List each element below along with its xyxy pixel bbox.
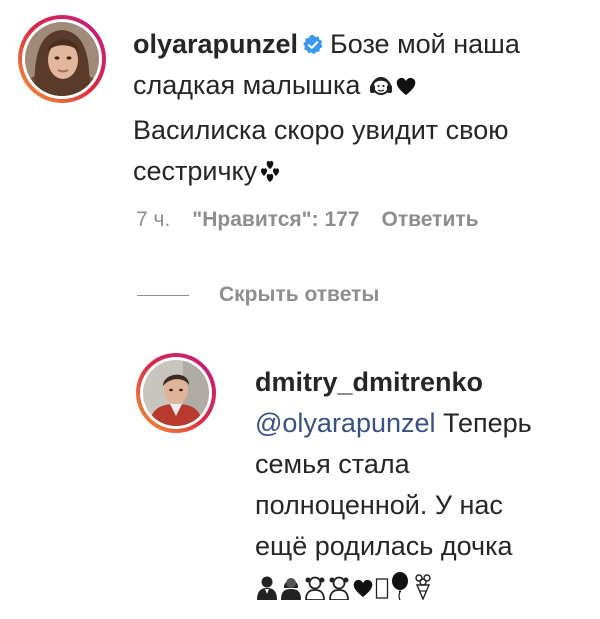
reply-text-line4: ещё родилась дочка [255, 531, 513, 561]
comment-time[interactable]: 7 ч. [136, 208, 170, 231]
reply-text-line3: полноценной. У нас [255, 490, 503, 520]
reply-emoji-row [255, 572, 435, 602]
hide-replies-divider [137, 294, 189, 296]
reply-body: dmitry_dmitrenko @olyarapunzel Теперь се… [255, 362, 575, 612]
reply-text-line2: семья стала [255, 449, 410, 479]
hide-replies-label: Скрыть ответы [219, 283, 380, 306]
woman-emoji [279, 571, 303, 612]
comment-body: olyarapunzel Бозе мой наша сладкая малышк… [133, 24, 573, 196]
reply-mention-link[interactable]: @olyarapunzel [255, 408, 436, 438]
comment-text-line4: сестричку [133, 156, 258, 186]
verified-badge-icon [302, 27, 324, 55]
hearts-emoji [257, 155, 283, 196]
girl-emoji [327, 571, 351, 612]
comment-username[interactable]: olyarapunzel [133, 29, 298, 59]
comment-likes-count[interactable]: "Нравится": 177 [192, 208, 359, 231]
comment-text-line2: сладкая малышка [133, 70, 361, 100]
reply-text-line1: Теперь [443, 408, 532, 438]
avatar-olyarapunzel[interactable] [25, 22, 99, 96]
black-heart-emoji [394, 69, 418, 110]
reply-button[interactable]: Ответить [382, 208, 479, 231]
comment-text-line3: Василиска скоро увидит свою [133, 115, 509, 145]
girl-emoji [303, 571, 327, 612]
man-emoji [255, 571, 279, 612]
black-heart-emoji [351, 571, 375, 612]
hide-replies-button[interactable]: Скрыть ответы [137, 283, 379, 307]
comment-text-line1: Бозе мой наша [330, 29, 520, 59]
balloon-emoji [389, 571, 411, 612]
baby-with-headphones-emoji [368, 69, 394, 110]
comment-meta-row: 7 ч. "Нравится": 177 Ответить [136, 208, 501, 232]
missing-glyph-icon [375, 571, 389, 612]
bouquet-emoji [411, 571, 435, 612]
avatar-dmitry-dmitrenko[interactable] [143, 360, 209, 426]
reply-username[interactable]: dmitry_dmitrenko [255, 367, 483, 397]
